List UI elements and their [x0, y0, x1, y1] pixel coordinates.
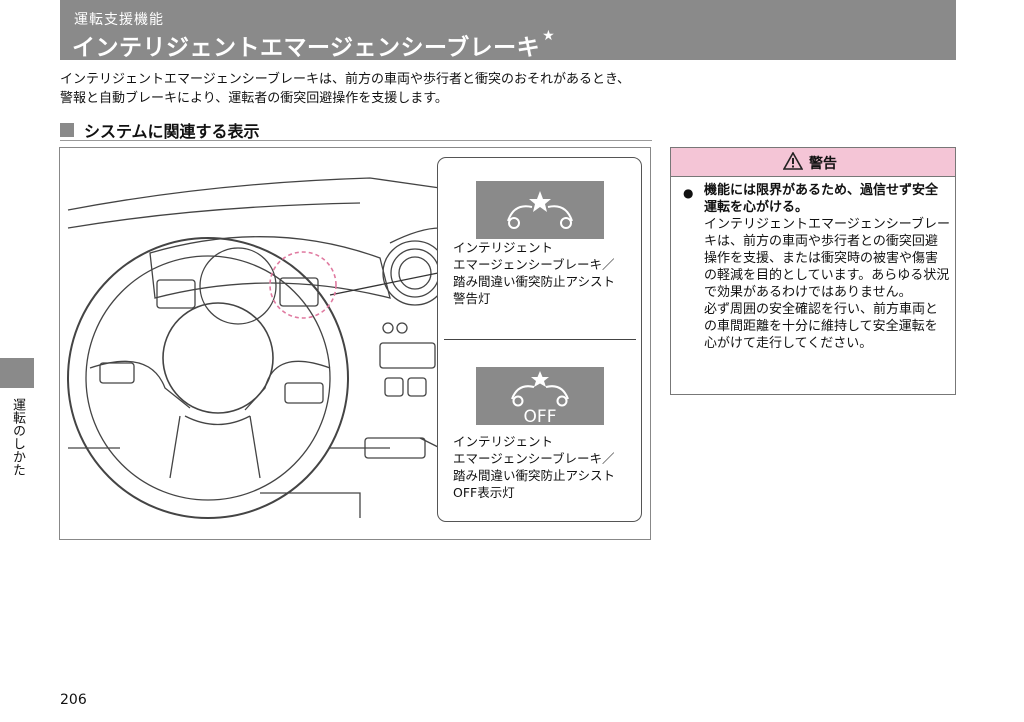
warning-title: 警告 [809, 156, 837, 172]
section-title: システムに関連する表示 [84, 122, 260, 141]
warning-box: 警告 ● 機能には限界があるため、過信せず安全運転を心がける。 インテリジェント… [670, 147, 956, 395]
warning-paragraph-1: インテリジェントエマージェンシーブレーキは、前方の車両や歩行者との衝突回避操作を… [704, 217, 950, 300]
off-lamp-label: インテリジェント エマージェンシーブレーキ／ 踏み間違い衝突防止アシスト OFF… [453, 434, 616, 500]
chapter-header: 運転支援機能 インテリジェントエマージェンシーブレーキ ★ [60, 0, 956, 62]
warning-paragraph-2: 必ず周囲の安全確認を行い、前方車両との車間距離を十分に維持して安全運転を心がけて… [704, 302, 939, 351]
collision-off-icon: OFF [476, 367, 604, 425]
warning-lamp-label: インテリジェント エマージェンシーブレーキ／ 踏み間違い衝突防止アシスト 警告灯 [453, 240, 616, 306]
indicator-divider [444, 339, 636, 340]
page-title: インテリジェントエマージェンシーブレーキ ★ [72, 28, 555, 62]
section-square-icon [60, 123, 74, 137]
intro-line-2: 警報と自動ブレーキにより、運転者の衝突回避操作を支援します。 [60, 91, 448, 106]
intro-paragraph: インテリジェントエマージェンシーブレーキは、前方の車両や歩行者と衝突のおそれがあ… [60, 70, 680, 108]
page-title-text: インテリジェントエマージェンシーブレーキ [72, 35, 541, 61]
option-star-mark: ★ [542, 28, 556, 44]
chapter-side-tab [0, 358, 34, 388]
chapter-subtitle: 運転支援機能 [74, 12, 164, 28]
section-heading: システムに関連する表示 [60, 118, 652, 141]
warning-triangle-icon [783, 152, 803, 170]
collision-warning-icon [476, 181, 604, 239]
intro-line-1: インテリジェントエマージェンシーブレーキは、前方の車両や歩行者と衝突のおそれがあ… [60, 72, 631, 87]
warning-body: 機能には限界があるため、過信せず安全運転を心がける。 インテリジェントエマージェ… [704, 182, 950, 352]
warning-bold-text: 機能には限界があるため、過信せず安全運転を心がける。 [704, 183, 939, 215]
bullet-dot: ● [683, 186, 694, 200]
off-icon-text: OFF [524, 407, 557, 425]
warning-header: 警告 [671, 148, 955, 177]
chapter-side-label: 運転のしかた [10, 398, 25, 476]
page-number: 206 [60, 692, 87, 708]
